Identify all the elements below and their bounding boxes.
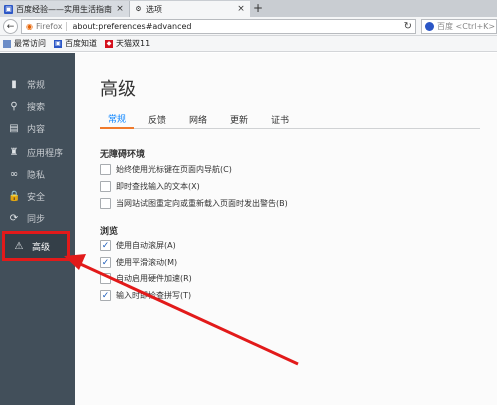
- checkbox[interactable]: [100, 273, 111, 284]
- tab-network[interactable]: 网络: [183, 109, 213, 129]
- sync-icon: ⟳: [9, 212, 19, 224]
- tab-strip: ▣ 百度经验——实用生活指南 × ⚙ 选项 × +: [0, 0, 497, 17]
- option-autoscroll[interactable]: ✓ 使用自动滚屏(A): [100, 239, 176, 252]
- bookmarks-toolbar: 最常访问 ▣ 百度知道 ◆ 天猫双11: [0, 36, 497, 52]
- sidebar-item-applications[interactable]: ♜ 应用程序: [0, 141, 75, 163]
- preferences-pane: 高级 常规 反馈 网络 更新 证书 无障碍环境 始终使用光标键在页面内导航(C)…: [75, 53, 497, 405]
- tab-certificates[interactable]: 证书: [265, 109, 295, 129]
- sidebar-item-label: 隐私: [27, 170, 46, 181]
- close-icon[interactable]: ×: [236, 4, 246, 14]
- tab-options[interactable]: ⚙ 选项 ×: [130, 1, 250, 17]
- advanced-icon: ⚠: [14, 240, 24, 252]
- bookmark-label: 天猫双11: [116, 39, 151, 48]
- tab-general[interactable]: 常规: [100, 109, 134, 129]
- sidebar-item-label: 搜索: [27, 102, 46, 113]
- sidebar-item-advanced[interactable]: ⚠ 高级: [2, 231, 70, 261]
- search-bar[interactable]: 百度 <Ctrl+K>: [421, 19, 497, 34]
- option-hardware-acceleration[interactable]: 自动启用硬件加速(R): [100, 272, 192, 285]
- back-button[interactable]: ←: [3, 19, 18, 34]
- sidebar-item-security[interactable]: 🔒 安全: [0, 185, 75, 207]
- bookmark-baidu-zhidao[interactable]: ▣ 百度知道: [54, 38, 97, 49]
- advanced-tabs: 常规 反馈 网络 更新 证书: [100, 109, 480, 129]
- tab-baidu-jingyan[interactable]: ▣ 百度经验——实用生活指南 ×: [0, 1, 130, 17]
- option-label: 使用平滑滚动(M): [116, 258, 178, 267]
- sidebar-item-privacy[interactable]: ∞ 隐私: [0, 163, 75, 185]
- page-title: 高级: [100, 79, 136, 100]
- general-icon: ▮: [11, 78, 17, 90]
- baidu-icon: ▣: [4, 4, 13, 14]
- checkbox[interactable]: ✓: [100, 240, 111, 251]
- url-bar[interactable]: ◉ Firefox about:preferences#advanced ↻: [21, 19, 416, 34]
- reload-icon[interactable]: ↻: [404, 21, 412, 32]
- sidebar-item-general[interactable]: ▮ 常规: [0, 73, 75, 95]
- content-icon: ▤: [9, 122, 19, 134]
- tab-feedback[interactable]: 反馈: [142, 109, 172, 129]
- new-tab-button[interactable]: +: [251, 1, 265, 16]
- checkbox[interactable]: [100, 181, 111, 192]
- identity-label: Firefox: [36, 22, 68, 31]
- tab-label: 选项: [146, 4, 162, 14]
- option-find-as-you-type[interactable]: 即时查找输入的文本(X): [100, 180, 200, 193]
- sidebar-item-label: 同步: [27, 214, 46, 225]
- tab-update[interactable]: 更新: [224, 109, 254, 129]
- sidebar-item-search[interactable]: ⚲ 搜索: [0, 95, 75, 117]
- security-icon: 🔒: [8, 190, 21, 202]
- baidu-icon: ▣: [54, 39, 62, 48]
- checkbox[interactable]: ✓: [100, 290, 111, 301]
- sidebar-item-label: 常规: [27, 80, 46, 91]
- option-label: 使用自动滚屏(A): [116, 241, 176, 250]
- option-label: 自动启用硬件加速(R): [116, 274, 192, 283]
- sidebar-item-label: 应用程序: [27, 148, 64, 159]
- navigation-bar: ← ◉ Firefox about:preferences#advanced ↻…: [0, 17, 497, 36]
- sidebar-item-sync[interactable]: ⟳ 同步: [0, 207, 75, 229]
- privacy-icon: ∞: [9, 168, 19, 180]
- checkbox[interactable]: [100, 198, 111, 209]
- option-label: 输入时即检查拼写(T): [116, 291, 192, 300]
- checkbox[interactable]: [100, 164, 111, 175]
- option-label: 当网站试图重定向或重新载入页面时发出警告(B): [116, 199, 288, 208]
- sidebar-item-label: 内容: [27, 124, 46, 135]
- option-smooth-scrolling[interactable]: ✓ 使用平滑滚动(M): [100, 256, 177, 269]
- search-placeholder[interactable]: 百度 <Ctrl+K>: [437, 21, 495, 32]
- option-cursor-navigation[interactable]: 始终使用光标键在页面内导航(C): [100, 163, 232, 176]
- preferences-sidebar: ▮ 常规 ⚲ 搜索 ▤ 内容 ♜ 应用程序 ∞ 隐私 🔒 安全 ⟳ 同步 ⚠ 高…: [0, 53, 75, 405]
- folder-icon: [3, 39, 11, 48]
- search-icon: ⚲: [10, 100, 18, 112]
- applications-icon: ♜: [9, 146, 19, 158]
- url-text[interactable]: about:preferences#advanced: [72, 22, 191, 31]
- checkbox[interactable]: ✓: [100, 257, 111, 268]
- tab-label: 百度经验——实用生活指南: [16, 4, 112, 14]
- firefox-icon: ◉: [26, 22, 33, 31]
- bookmark-label: 百度知道: [65, 39, 97, 48]
- gear-icon: ⚙: [135, 5, 142, 13]
- search-engine-icon[interactable]: [425, 22, 434, 31]
- option-label: 即时查找输入的文本(X): [116, 182, 200, 191]
- bookmark-label: 最常访问: [14, 39, 46, 48]
- sidebar-item-content[interactable]: ▤ 内容: [0, 117, 75, 139]
- option-redirect-warning[interactable]: 当网站试图重定向或重新载入页面时发出警告(B): [100, 197, 288, 210]
- sidebar-item-label: 安全: [27, 192, 46, 203]
- option-spellcheck[interactable]: ✓ 输入时即检查拼写(T): [100, 289, 191, 302]
- bookmark-tmall[interactable]: ◆ 天猫双11: [105, 38, 150, 49]
- sidebar-item-label: 高级: [32, 242, 51, 253]
- option-label: 始终使用光标键在页面内导航(C): [116, 165, 232, 174]
- accessibility-section-title: 无障碍环境: [100, 150, 146, 160]
- tmall-icon: ◆: [105, 39, 113, 48]
- bookmark-most-visited[interactable]: 最常访问: [3, 38, 46, 49]
- close-icon[interactable]: ×: [115, 4, 125, 14]
- browsing-section-title: 浏览: [100, 227, 119, 237]
